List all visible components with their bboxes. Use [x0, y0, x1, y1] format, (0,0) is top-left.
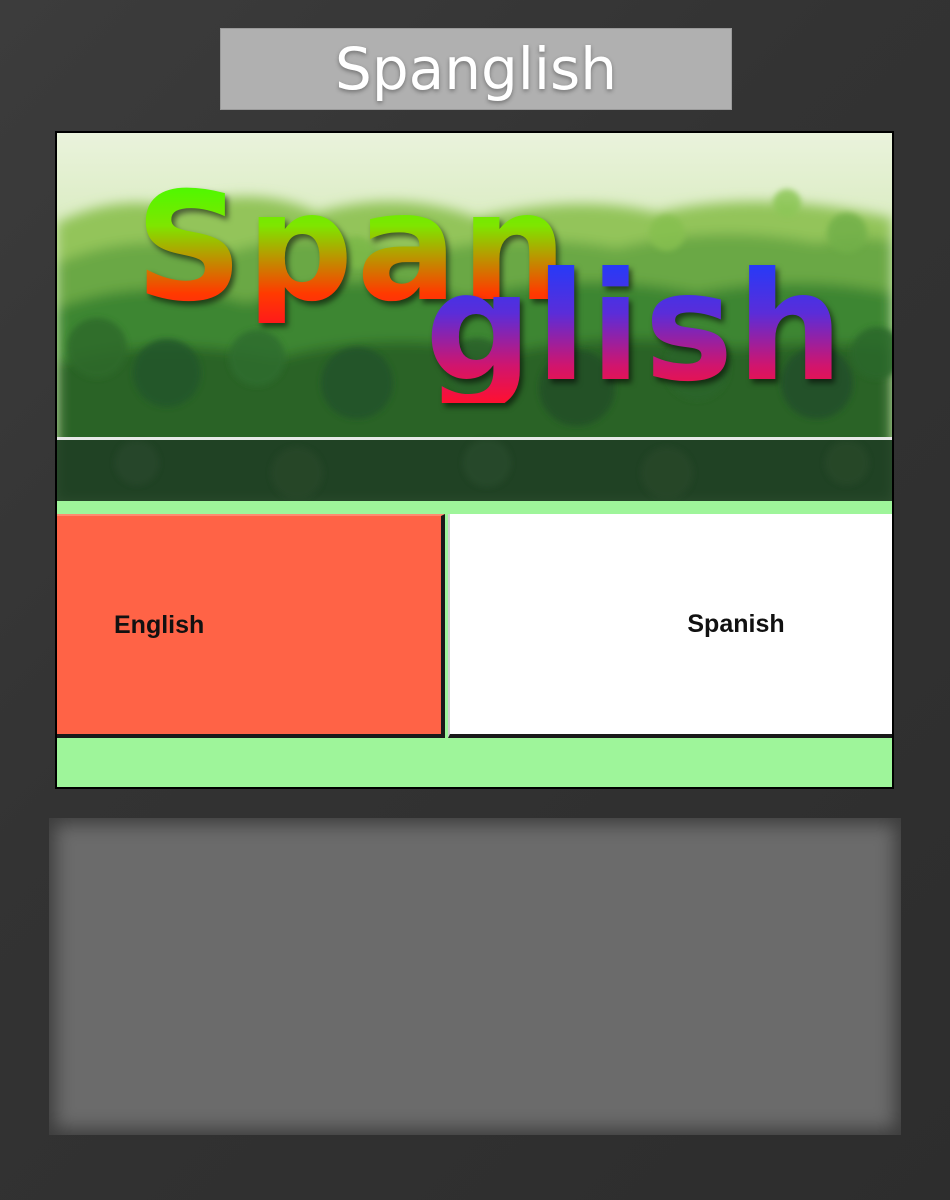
output-panel: [49, 818, 901, 1135]
app-frame: Span glish English Spanish: [55, 131, 894, 789]
english-button-label: English: [114, 610, 205, 639]
english-button[interactable]: English: [57, 514, 445, 738]
jungle-banner: Span glish: [57, 133, 892, 501]
spanish-button-label: Spanish: [687, 609, 785, 638]
page-title: Spanglish: [220, 28, 732, 110]
logo-text-glish: glish: [425, 241, 847, 415]
banner-divider: [57, 437, 892, 440]
spanish-button[interactable]: Spanish: [448, 514, 892, 738]
page: Spanglish Span glish English Spanish: [0, 0, 950, 1200]
green-divider-strip: [57, 501, 892, 513]
